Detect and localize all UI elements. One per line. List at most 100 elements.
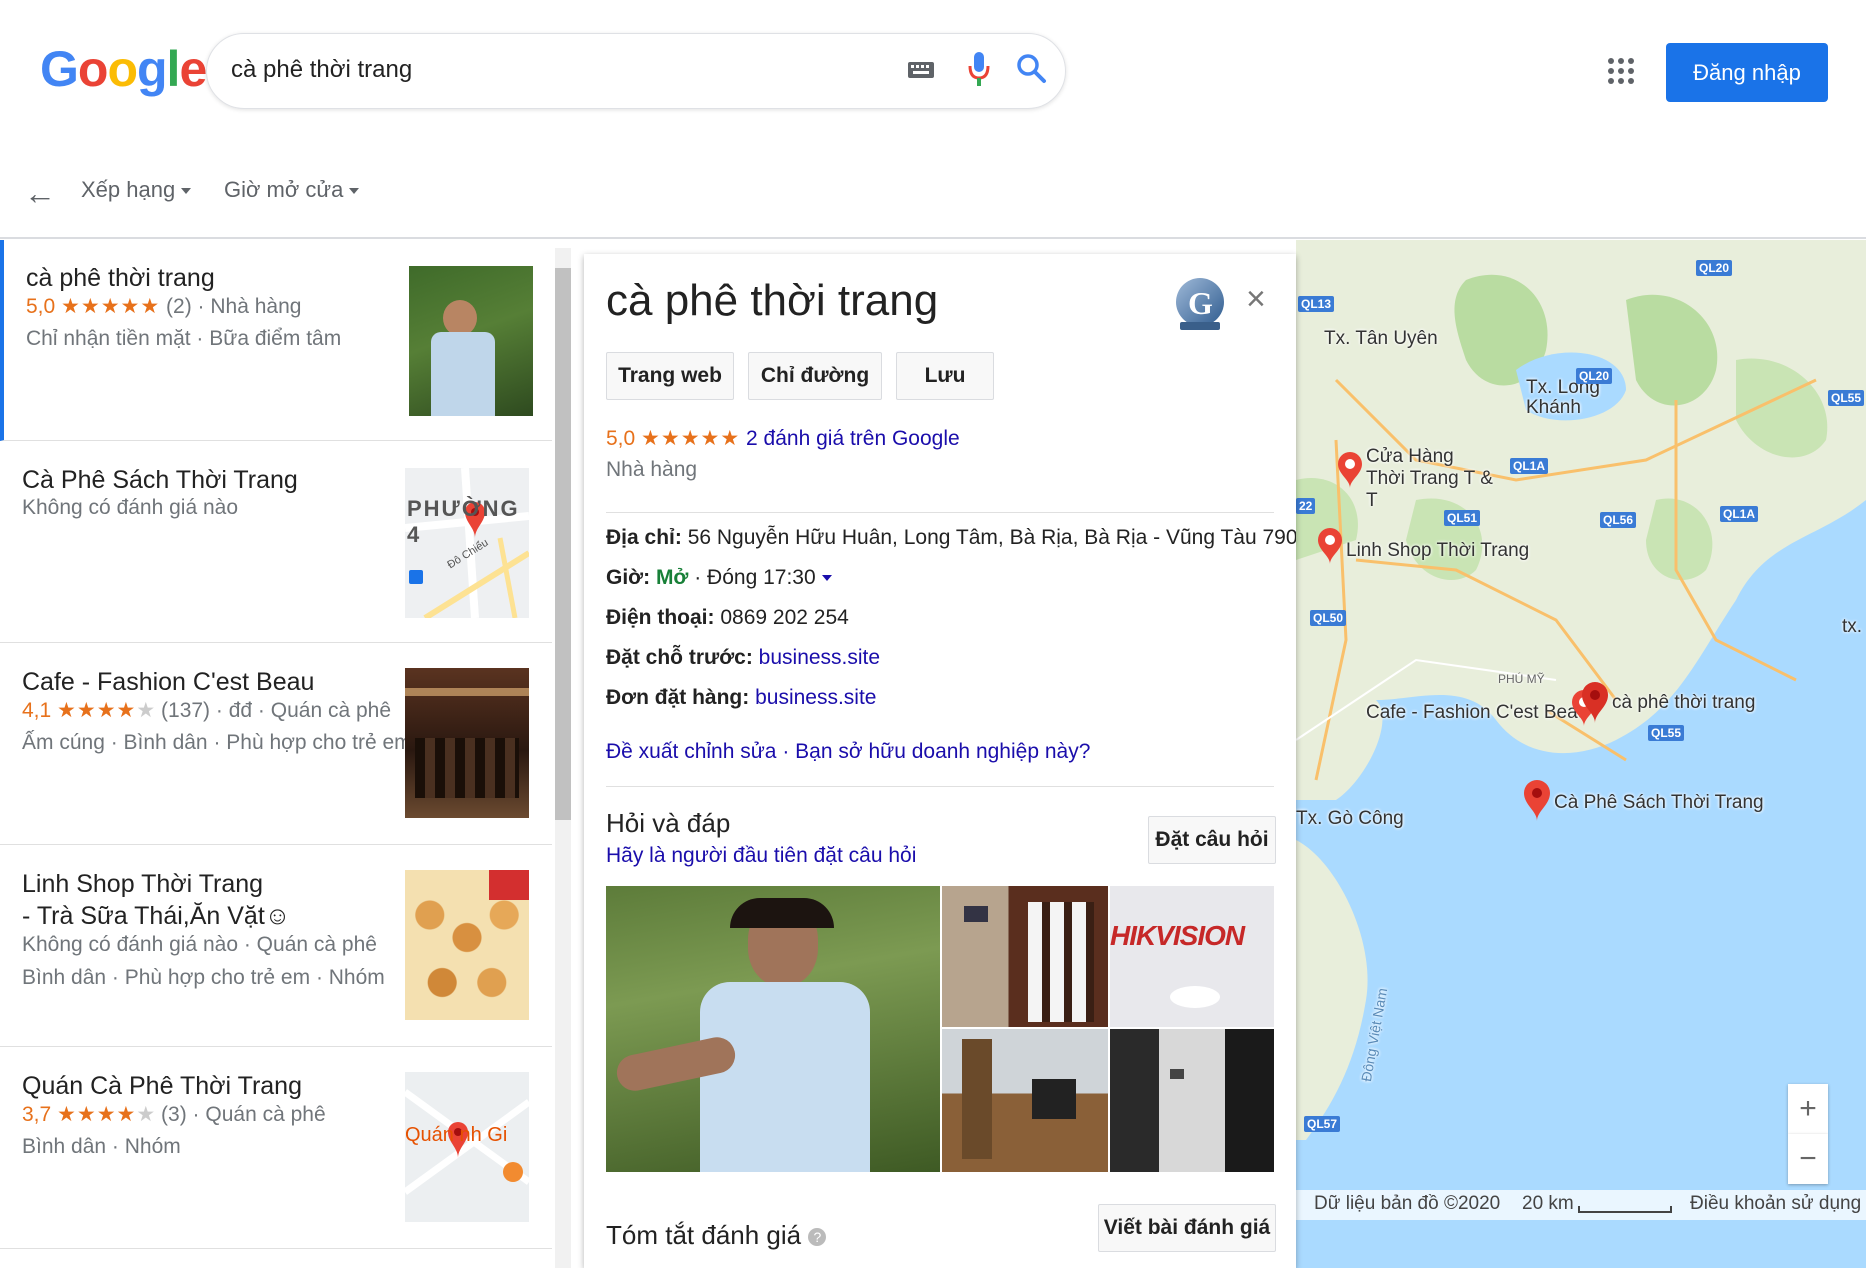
- place-photo[interactable]: [1110, 1029, 1274, 1172]
- map-label: PHÚ MỸ: [1498, 672, 1545, 686]
- search-box[interactable]: cà phê thời trang: [206, 33, 1066, 109]
- ask-question-button[interactable]: Đặt câu hỏi: [1148, 816, 1276, 864]
- hours-filter[interactable]: Giờ mở cửa: [224, 177, 360, 203]
- result-attributes: Bình dân · Nhóm: [22, 1135, 181, 1158]
- dropdown-caret-icon: [349, 188, 360, 195]
- edit-links: Đề xuất chỉnh sửa · Bạn sở hữu doanh ngh…: [606, 740, 1091, 763]
- road-shield: QL20: [1576, 368, 1613, 384]
- map-pin-label[interactable]: Cà Phê Sách Thời Trang: [1554, 792, 1764, 814]
- road-shield: QL56: [1600, 512, 1637, 528]
- google-logo[interactable]: Google: [40, 40, 207, 98]
- map-label: Tx. Gò Công: [1296, 808, 1404, 829]
- results-scrollbar-thumb[interactable]: [555, 268, 571, 820]
- map-pin-icon[interactable]: [1336, 450, 1364, 490]
- result-attributes: Chỉ nhận tiền mặt · Bữa điểm tâm: [26, 327, 342, 350]
- map-label: Tx. Long Khánh: [1526, 377, 1600, 418]
- results-list: cà phê thời trang 5,0 ★★★★★ (2) · Nhà hà…: [0, 240, 552, 1268]
- rating-filter[interactable]: Xếp hạng: [81, 177, 192, 203]
- road-shield: QL51: [1444, 510, 1481, 526]
- result-rating-line: Không có đánh giá nào · Quán cà phê: [22, 933, 377, 956]
- list-item[interactable]: Linh Shop Thời Trang - Trà Sữa Thái,Ăn Vặ…: [0, 846, 552, 1047]
- keyboard-icon[interactable]: [907, 60, 935, 80]
- result-rating-line: 5,0 ★★★★★ (2) · Nhà hàng: [26, 295, 302, 318]
- result-map-thumb[interactable]: PHƯỜNG 4 Đô Chiểu: [405, 468, 529, 618]
- place-detail-panel: cà phê thời trang G × Trang web Chỉ đườn…: [584, 254, 1296, 1268]
- list-item[interactable]: cà phê thời trang 5,0 ★★★★★ (2) · Nhà hà…: [0, 240, 552, 441]
- road-shield: QL55: [1648, 725, 1685, 741]
- result-rating-line: 3,7 ★★★★★ (3) · Quán cà phê: [22, 1103, 326, 1126]
- photo-sign-text: HIKVISION: [1110, 920, 1245, 951]
- booking-link[interactable]: business.site: [759, 646, 880, 669]
- map-pin-label[interactable]: Cafe - Fashion C'est Beau: [1366, 702, 1588, 724]
- road-shield: 22: [1296, 498, 1316, 514]
- road-shield: QL50: [1310, 610, 1347, 626]
- map-pin-label[interactable]: cà phê thời trang: [1612, 692, 1755, 714]
- list-item[interactable]: Cafe - Fashion C'est Beau 4,1 ★★★★★ (137…: [0, 644, 552, 845]
- back-arrow-icon[interactable]: ←: [24, 175, 56, 212]
- map-label: Tx. Tân Uyên: [1324, 328, 1438, 349]
- order-row: Đơn đặt hàng: business.site: [606, 686, 877, 709]
- map-pin-icon[interactable]: [1522, 778, 1552, 824]
- website-button[interactable]: Trang web: [606, 352, 734, 400]
- result-photo[interactable]: [409, 266, 533, 416]
- road-shield: QL1A: [1510, 458, 1549, 474]
- map-pin-icon[interactable]: [1316, 526, 1344, 566]
- search-icon[interactable]: [1015, 52, 1047, 86]
- divider: [606, 786, 1274, 787]
- place-photo[interactable]: [942, 1029, 1108, 1172]
- rating-filter-label: Xếp hạng: [81, 177, 176, 202]
- map-view[interactable]: Tx. Tân Uyên Tx. Long Khánh Tx. Gò Công …: [1296, 240, 1866, 1268]
- place-photo[interactable]: [942, 886, 1108, 1027]
- svg-text:G: G: [1188, 285, 1213, 321]
- search-input[interactable]: cà phê thời trang: [231, 56, 412, 84]
- phone-row: Điện thoại: 0869 202 254: [606, 606, 849, 629]
- own-business-link[interactable]: Bạn sở hữu doanh nghiệp này?: [795, 740, 1090, 763]
- suggest-edit-link[interactable]: Đề xuất chỉnh sửa: [606, 740, 776, 763]
- booking-row: Đặt chỗ trước: business.site: [606, 646, 881, 669]
- hours-row[interactable]: Giờ: Mở · Đóng 17:30: [606, 566, 832, 590]
- selected-pin-icon[interactable]: [1580, 680, 1610, 726]
- map-pin-label[interactable]: Linh Shop Thời Trang: [1346, 540, 1529, 562]
- zoom-out-button[interactable]: −: [1788, 1134, 1828, 1184]
- road-shield: QL55: [1828, 390, 1865, 406]
- result-attributes: Bình dân · Phù hợp cho trẻ em · Nhóm: [22, 966, 385, 989]
- place-rating-line: 5,0 ★★★★★ 2 đánh giá trên Google: [606, 427, 960, 450]
- hours-filter-label: Giờ mở cửa: [224, 177, 344, 202]
- close-button[interactable]: ×: [1246, 280, 1266, 319]
- qa-subtitle-link[interactable]: Hãy là người đầu tiên đặt câu hỏi: [606, 844, 916, 868]
- save-button[interactable]: Lưu: [896, 352, 994, 400]
- address-row: Địa chỉ: 56 Nguyễn Hữu Huân, Long Tâm, B…: [606, 526, 1296, 549]
- list-item[interactable]: Quán Cà Phê Thời Trang 3,7 ★★★★★ (3) · Q…: [0, 1048, 552, 1249]
- directions-button[interactable]: Chỉ đường: [748, 352, 882, 400]
- write-review-button[interactable]: Viết bài đánh giá: [1098, 1204, 1276, 1252]
- result-photo[interactable]: [405, 668, 529, 818]
- apps-grid-icon[interactable]: [1608, 58, 1634, 84]
- place-photo[interactable]: HIKVISION: [1110, 886, 1274, 1027]
- reviews-link[interactable]: 2 đánh giá trên Google: [746, 427, 960, 450]
- road-shield: QL20: [1696, 260, 1733, 276]
- result-photo[interactable]: [405, 870, 529, 1020]
- road-shield: QL57: [1304, 1116, 1341, 1132]
- map-label: tx.: [1842, 616, 1863, 637]
- map-pin-label[interactable]: Cửa Hàng Thời Trang T & T: [1366, 446, 1496, 512]
- place-title: cà phê thời trang: [606, 276, 939, 325]
- signin-button[interactable]: Đăng nhập: [1666, 43, 1828, 102]
- review-summary-title: Tóm tắt đánh giá ?: [606, 1220, 827, 1251]
- road-shield: QL1A: [1720, 506, 1759, 522]
- hours-dropdown-icon[interactable]: [821, 575, 832, 582]
- place-photo-main[interactable]: [606, 886, 940, 1172]
- help-icon[interactable]: ?: [808, 1228, 827, 1247]
- divider: [606, 512, 1274, 513]
- result-title: Cafe - Fashion C'est Beau: [22, 668, 315, 696]
- dropdown-caret-icon: [181, 188, 192, 195]
- order-link[interactable]: business.site: [755, 686, 876, 709]
- map-scale-label: 20 km: [1522, 1193, 1574, 1214]
- map-footer: Dữ liệu bản đồ ©2020 20 km Điều khoản sử…: [1296, 1190, 1866, 1220]
- result-map-thumb[interactable]: Quán nh Gi: [405, 1072, 529, 1222]
- zoom-in-button[interactable]: +: [1788, 1084, 1828, 1134]
- map-scale-bar: [1578, 1206, 1672, 1213]
- qa-title: Hỏi và đáp: [606, 808, 731, 838]
- list-item[interactable]: Cà Phê Sách Thời Trang Không có đánh giá…: [0, 442, 552, 643]
- map-terms-link[interactable]: Điều khoản sử dụng: [1690, 1193, 1861, 1215]
- microphone-icon[interactable]: [967, 50, 991, 90]
